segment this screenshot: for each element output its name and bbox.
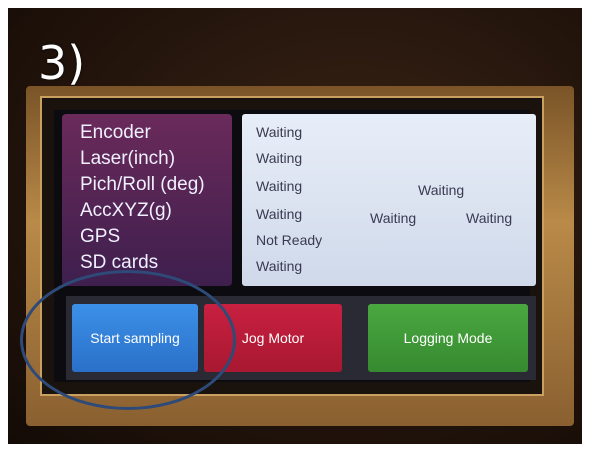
- start-sampling-button[interactable]: Start sampling: [72, 304, 198, 372]
- sensor-values-panel: Waiting Waiting Waiting Waiting Waiting …: [242, 114, 536, 286]
- acc-status-3: Waiting: [466, 210, 513, 226]
- action-button-bar: Start sampling Jog Motor Logging Mode: [66, 296, 536, 380]
- pitch-roll-status-2: Waiting: [418, 182, 465, 198]
- laser-label: Laser(inch): [80, 148, 176, 169]
- laser-status: Waiting: [256, 150, 303, 166]
- jog-motor-button[interactable]: Jog Motor: [204, 304, 342, 372]
- pitch-roll-status: Waiting: [256, 178, 303, 194]
- sd-status: Waiting: [256, 258, 303, 274]
- logging-mode-button[interactable]: Logging Mode: [368, 304, 528, 372]
- encoder-label: Encoder: [80, 122, 151, 143]
- logging-mode-label: Logging Mode: [403, 330, 493, 346]
- gps-label: GPS: [80, 226, 121, 247]
- pitch-roll-label: Pich/Roll (deg): [80, 174, 205, 195]
- encoder-status: Waiting: [256, 124, 303, 140]
- sd-cards-label: SD cards: [80, 252, 159, 273]
- gps-status: Not Ready: [256, 232, 323, 248]
- acc-status: Waiting: [256, 206, 303, 222]
- acc-label: AccXYZ(g): [80, 200, 172, 221]
- start-sampling-label: Start sampling: [90, 330, 180, 346]
- step-number-label: 3): [38, 36, 86, 90]
- acc-status-2: Waiting: [370, 210, 417, 226]
- jog-motor-label: Jog Motor: [241, 330, 305, 346]
- sensor-labels-panel: Encoder Laser(inch) Pich/Roll (deg) AccX…: [62, 114, 232, 286]
